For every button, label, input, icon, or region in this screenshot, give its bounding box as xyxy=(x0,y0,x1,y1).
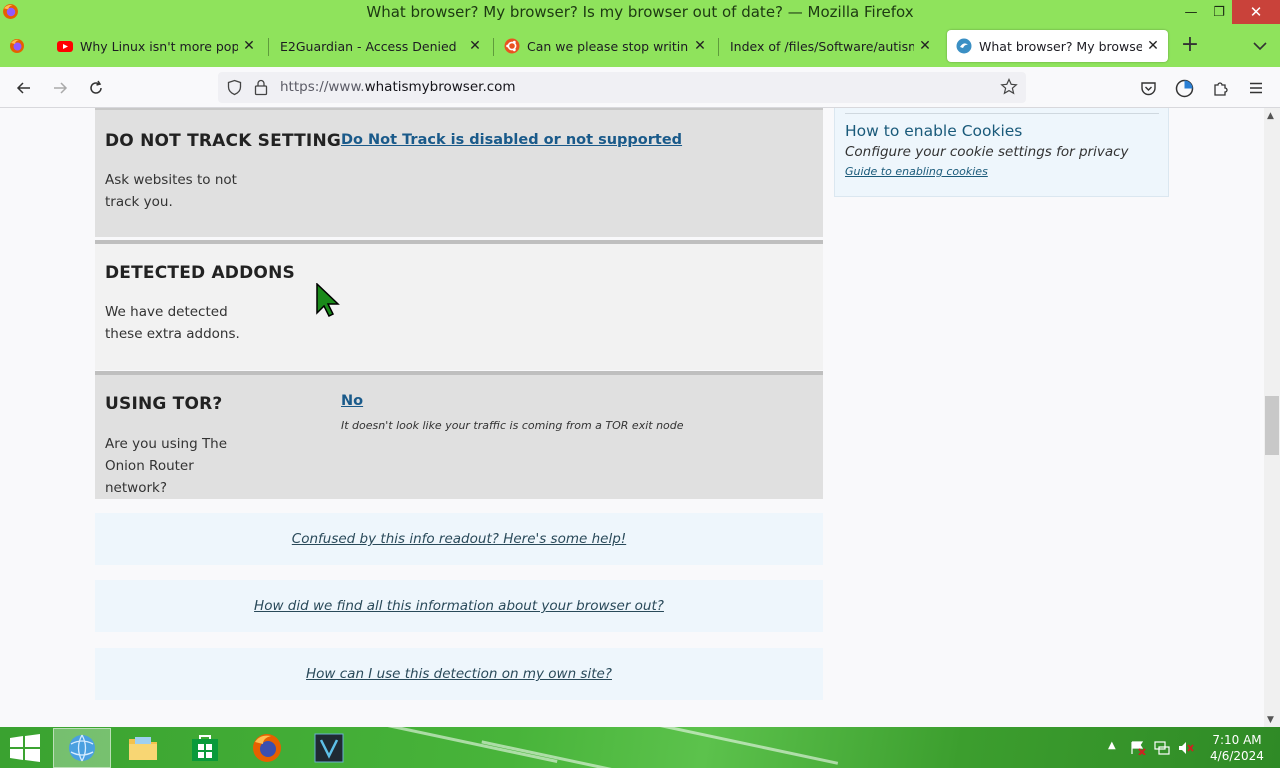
clock-time: 7:10 AM xyxy=(1212,733,1262,747)
tab-label: Can we please stop writing stuff xyxy=(527,38,689,54)
hamburger-menu-icon xyxy=(1250,82,1262,94)
close-tab-icon[interactable]: ✕ xyxy=(464,38,486,54)
tab-label: E2Guardian - Access Denied xyxy=(280,38,457,54)
youtube-icon xyxy=(57,41,73,52)
address-bar[interactable]: https://www.whatismybrowser.com xyxy=(218,72,1026,103)
taskbar-file-explorer[interactable] xyxy=(114,728,172,768)
divider xyxy=(845,113,1159,114)
pocket-button[interactable] xyxy=(1135,75,1161,101)
tab-youtube[interactable]: Why Linux isn't more popular - ✕ xyxy=(44,30,266,62)
taskbar-store[interactable] xyxy=(176,728,234,768)
volume-muted-icon[interactable] xyxy=(1178,741,1194,755)
bookmark-star-icon[interactable] xyxy=(1000,78,1018,96)
taskbar-vim[interactable] xyxy=(300,728,358,768)
tor-note: It doesn't look like your traffic is com… xyxy=(341,419,684,432)
help-link-own-site[interactable]: How can I use this detection on my own s… xyxy=(306,666,612,682)
account-button[interactable] xyxy=(1171,75,1197,101)
back-arrow-icon xyxy=(16,82,30,94)
page-content: DO NOT TRACK SETTING Ask websites to not… xyxy=(0,108,1264,727)
addons-title: DETECTED ADDONS xyxy=(105,263,295,283)
show-hidden-icons-arrow[interactable]: ▲ xyxy=(1108,740,1116,751)
ubuntu-icon xyxy=(504,38,520,54)
extensions-button[interactable] xyxy=(1207,75,1233,101)
scroll-up-arrow-icon[interactable]: ▲ xyxy=(1267,111,1274,121)
close-tab-icon[interactable]: ✕ xyxy=(1142,38,1164,54)
file-explorer-icon xyxy=(129,737,157,760)
scroll-down-arrow-icon[interactable]: ▼ xyxy=(1267,715,1274,725)
tor-title: USING TOR? xyxy=(105,394,223,414)
help-box: How did we find all this information abo… xyxy=(95,580,823,632)
tab-whatismybrowser[interactable]: What browser? My browser? Is m ✕ xyxy=(947,30,1168,62)
tab-index-files[interactable]: Index of /files/Software/autism/ ✕ xyxy=(718,30,942,62)
restore-button[interactable]: ❐ xyxy=(1206,0,1232,24)
tor-status-link[interactable]: No xyxy=(341,393,363,409)
close-tab-icon[interactable]: ✕ xyxy=(238,38,260,54)
help-link-how-found[interactable]: How did we find all this information abo… xyxy=(254,598,664,614)
vim-icon xyxy=(314,733,344,763)
tab-strip: Why Linux isn't more popular - ✕ E2Guard… xyxy=(0,24,1280,67)
vertical-scrollbar[interactable]: ▲ ▼ xyxy=(1264,108,1280,727)
firefox-icon xyxy=(253,734,281,762)
taskbar-internet-explorer[interactable] xyxy=(53,728,111,768)
dnt-description: Ask websites to not track you. xyxy=(105,172,237,210)
clock-date: 4/6/2024 xyxy=(1210,749,1264,763)
lock-icon[interactable] xyxy=(254,79,268,96)
dnt-section: DO NOT TRACK SETTING Ask websites to not… xyxy=(95,108,823,237)
cookies-title[interactable]: How to enable Cookies xyxy=(845,122,1022,140)
close-window-button[interactable]: ✕ xyxy=(1232,0,1280,24)
system-clock[interactable]: 7:10 AM 4/6/2024 xyxy=(1206,732,1268,764)
firefox-view-icon[interactable] xyxy=(5,35,29,57)
addons-description: We have detected these extra addons. xyxy=(105,304,240,342)
windows-start-icon[interactable] xyxy=(8,734,42,762)
window-title: What browser? My browser? Is my browser … xyxy=(366,3,914,21)
close-tab-icon[interactable]: ✕ xyxy=(689,38,711,54)
url-prefix: https://www. xyxy=(280,79,365,95)
account-icon xyxy=(1175,79,1193,97)
url-host: whatismybrowser.com xyxy=(364,79,516,95)
tab-label: What browser? My browser? Is m xyxy=(979,38,1142,54)
dnt-status-link[interactable]: Do Not Track is disabled or not supporte… xyxy=(341,132,682,148)
wallpaper-stripe xyxy=(641,727,839,765)
action-center-flag-icon[interactable] xyxy=(1130,741,1146,755)
puzzle-piece-icon xyxy=(1213,81,1228,96)
tracking-protection-shield-icon[interactable] xyxy=(226,79,243,96)
windows-taskbar: ▲ 7:10 AM 4/6/2024 xyxy=(0,727,1280,768)
network-icon[interactable] xyxy=(1154,741,1170,755)
taskbar-firefox[interactable] xyxy=(238,728,296,768)
addons-section: DETECTED ADDONS We have detected these e… xyxy=(95,240,823,370)
forward-button[interactable] xyxy=(47,75,73,101)
tab-ubuntu[interactable]: Can we please stop writing stuff ✕ xyxy=(493,30,717,62)
tor-description: Are you using The Onion Router network? xyxy=(105,436,228,496)
reload-button[interactable] xyxy=(83,75,109,101)
cookies-subtitle: Configure your cookie settings for priva… xyxy=(845,144,1129,160)
minimize-button[interactable]: — xyxy=(1176,0,1206,24)
close-tab-icon[interactable]: ✕ xyxy=(914,38,936,54)
store-icon xyxy=(192,735,218,761)
dnt-title: DO NOT TRACK SETTING xyxy=(105,131,342,151)
ie-icon xyxy=(69,734,95,762)
help-box: Confused by this info readout? Here's so… xyxy=(95,513,823,565)
help-box: How can I use this detection on my own s… xyxy=(95,648,823,700)
help-link-confused[interactable]: Confused by this info readout? Here's so… xyxy=(292,531,626,547)
window-titlebar: What browser? My browser? Is my browser … xyxy=(0,0,1280,24)
tab-e2guardian[interactable]: E2Guardian - Access Denied ✕ xyxy=(268,30,492,62)
whatismybrowser-icon xyxy=(956,38,972,54)
scrollbar-thumb[interactable] xyxy=(1265,396,1279,455)
list-all-tabs-icon[interactable] xyxy=(1248,36,1272,56)
wallpaper-stripe xyxy=(481,740,639,768)
cookies-sidebar-box: How to enable Cookies Configure your coo… xyxy=(834,108,1169,197)
back-button[interactable] xyxy=(11,75,37,101)
cookies-guide-link[interactable]: Guide to enabling cookies xyxy=(845,165,988,178)
reload-icon xyxy=(90,80,102,94)
pocket-icon xyxy=(1140,81,1156,95)
app-menu-button[interactable] xyxy=(1243,75,1269,101)
url-text[interactable]: https://www.whatismybrowser.com xyxy=(280,79,516,95)
mouse-cursor-icon xyxy=(316,283,340,317)
tab-label: Index of /files/Software/autism/ xyxy=(730,38,914,54)
tor-section: USING TOR? Are you using The Onion Route… xyxy=(95,371,823,499)
tab-label: Why Linux isn't more popular - xyxy=(80,38,238,54)
navigation-toolbar: https://www.whatismybrowser.com xyxy=(0,67,1280,108)
forward-arrow-icon xyxy=(54,82,68,94)
new-tab-button[interactable]: + xyxy=(1178,34,1202,58)
